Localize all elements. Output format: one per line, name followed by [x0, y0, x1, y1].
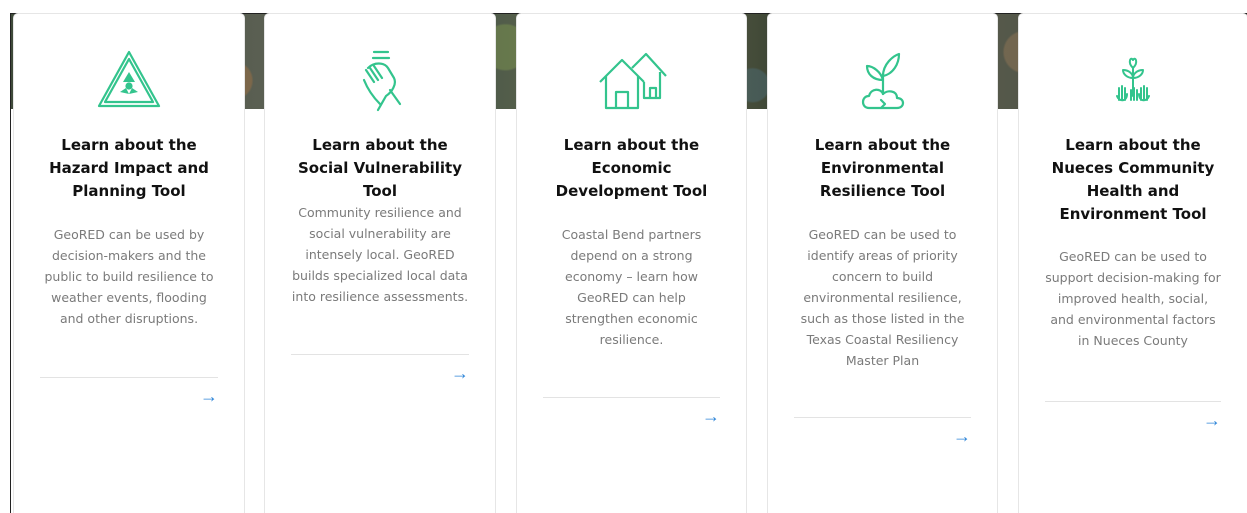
arrow-right-icon[interactable]: →: [951, 426, 971, 446]
handshake-icon: [265, 46, 495, 114]
hazard-warning-icon: [14, 46, 244, 114]
arrow-right-icon[interactable]: →: [700, 406, 720, 426]
card-divider: [291, 354, 469, 355]
card-title: Learn about the Social Vulnerability Too…: [297, 136, 462, 200]
houses-icon: [517, 46, 746, 114]
card-divider: [1045, 401, 1221, 402]
card-divider: [40, 377, 218, 378]
card-title: Learn about the Economic Development Too…: [555, 136, 708, 200]
card-social-vulnerability[interactable]: Learn about the Social Vulnerability Too…: [265, 14, 495, 513]
card-description: GeoRED can be used to support decision-m…: [1045, 249, 1221, 348]
card-title: Learn about the Environmental Resilience…: [814, 136, 951, 200]
card-description: Coastal Bend partners depend on a strong…: [561, 227, 702, 347]
card-divider: [794, 417, 971, 418]
card-nueces-community-health[interactable]: Learn about the Nueces Community Health …: [1019, 14, 1247, 513]
card-title: Learn about the Nueces Community Health …: [1051, 136, 1215, 223]
card-economic-development[interactable]: Learn about the Economic Development Too…: [517, 14, 746, 513]
card-title: Learn about the Hazard Impact and Planni…: [49, 136, 209, 200]
card-divider: [543, 397, 720, 398]
sprout-icon: [768, 46, 997, 114]
card-description: Community resilience and social vulnerab…: [291, 205, 469, 304]
community-health-icon: [1019, 46, 1247, 114]
arrow-right-icon[interactable]: →: [449, 363, 469, 383]
card-environmental-resilience[interactable]: Learn about the Environmental Resilience…: [768, 14, 997, 513]
card-description: GeoRED can be used to identify areas of …: [800, 227, 965, 368]
card-description: GeoRED can be used by decision-makers an…: [44, 227, 214, 326]
card-hazard-impact[interactable]: Learn about the Hazard Impact and Planni…: [14, 14, 244, 513]
arrow-right-icon[interactable]: →: [198, 386, 218, 406]
arrow-right-icon[interactable]: →: [1201, 410, 1221, 430]
